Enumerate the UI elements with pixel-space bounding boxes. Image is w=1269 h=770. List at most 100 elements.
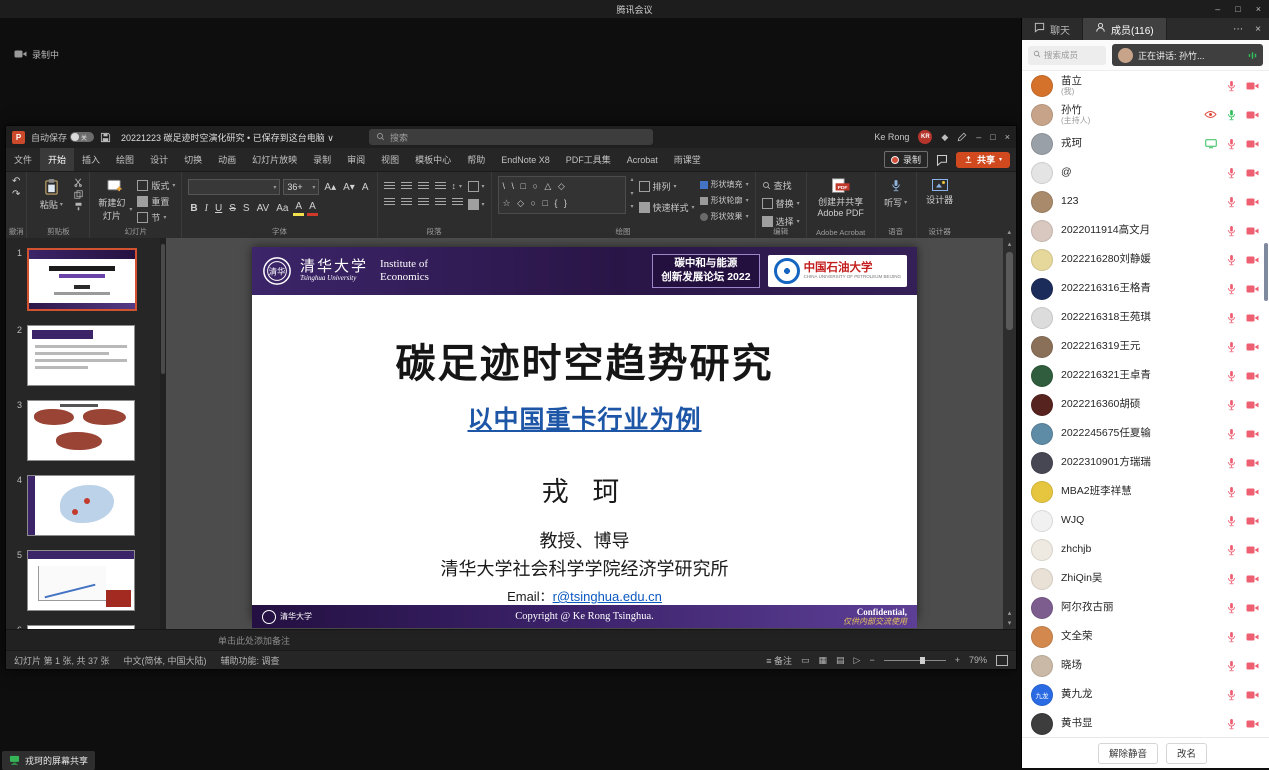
italic-button[interactable]: I: [203, 202, 210, 215]
member-row[interactable]: MBA2班李祥慧: [1022, 477, 1269, 506]
mic-muted-icon[interactable]: [1226, 312, 1237, 324]
camera-off-icon[interactable]: [1246, 487, 1259, 497]
ribbon-tab[interactable]: 插入: [74, 148, 108, 171]
columns-button[interactable]: [452, 198, 463, 207]
member-row[interactable]: 2022216321王卓青: [1022, 361, 1269, 390]
member-row[interactable]: 戎珂: [1022, 129, 1269, 158]
camera-off-icon[interactable]: [1246, 313, 1259, 323]
shapes-down-button[interactable]: ▾: [631, 190, 634, 197]
mic-muted-icon[interactable]: [1226, 341, 1237, 353]
member-row[interactable]: 2022011914高文月: [1022, 216, 1269, 245]
mic-muted-icon[interactable]: [1226, 631, 1237, 643]
ribbon-tab[interactable]: 切换: [176, 148, 210, 171]
section-button[interactable]: 节▾: [137, 211, 175, 224]
ribbon-tab[interactable]: 设计: [142, 148, 176, 171]
find-button[interactable]: 查找: [762, 179, 800, 192]
text-direction-button[interactable]: ▾: [468, 181, 485, 192]
camera-off-icon[interactable]: [1246, 168, 1259, 178]
scroll-up-button[interactable]: ▴: [1008, 240, 1012, 248]
slideshow-button[interactable]: ▷: [854, 655, 861, 666]
camera-off-icon[interactable]: [1246, 574, 1259, 584]
shape-fill-button[interactable]: 形状填充▾: [700, 179, 749, 190]
member-row[interactable]: 2022216316王格青: [1022, 274, 1269, 303]
justify-button[interactable]: [435, 198, 446, 207]
ribbon-tab[interactable]: 帮助: [459, 148, 493, 171]
accessibility-indicator[interactable]: 辅助功能: 调查: [221, 654, 280, 667]
member-row[interactable]: 123: [1022, 187, 1269, 216]
ribbon-tab[interactable]: PDF工具集: [558, 148, 619, 171]
editing-mode-icon[interactable]: [957, 132, 967, 142]
sidebar-close-button[interactable]: ×: [1255, 24, 1261, 35]
redo-button[interactable]: ↷: [12, 189, 20, 200]
member-row[interactable]: @: [1022, 158, 1269, 187]
mic-muted-icon[interactable]: [1226, 254, 1237, 266]
camera-off-icon[interactable]: [1246, 197, 1259, 207]
ppt-search-box[interactable]: 搜索: [369, 129, 653, 145]
ribbon-tab[interactable]: 审阅: [339, 148, 373, 171]
format-painter-button[interactable]: [74, 202, 83, 211]
camera-off-icon[interactable]: [1246, 110, 1259, 120]
layout-button[interactable]: 版式▾: [137, 179, 175, 192]
ribbon-tab[interactable]: 模板中心: [407, 148, 459, 171]
increase-indent-button[interactable]: [435, 182, 446, 191]
autosave-switch[interactable]: 关: [70, 132, 94, 142]
camera-off-icon[interactable]: [1246, 719, 1259, 729]
ppt-close-button[interactable]: ×: [1005, 132, 1010, 142]
replace-button[interactable]: 替换▾: [762, 197, 800, 210]
paste-button[interactable]: 粘贴▾: [33, 176, 69, 211]
ribbon-tab[interactable]: 动画: [210, 148, 244, 171]
member-row[interactable]: 2022216280刘静媛: [1022, 245, 1269, 274]
camera-off-icon[interactable]: [1246, 81, 1259, 91]
member-row[interactable]: zhchjb: [1022, 535, 1269, 564]
ribbon-tab[interactable]: 幻灯片放映: [244, 148, 305, 171]
mic-muted-icon[interactable]: [1226, 283, 1237, 295]
fit-to-window-button[interactable]: [996, 655, 1008, 666]
ribbon-tab[interactable]: 文件: [6, 148, 40, 171]
mic-muted-icon[interactable]: [1226, 457, 1237, 469]
collapse-ribbon-button[interactable]: ▴: [1007, 228, 1011, 236]
mic-muted-icon[interactable]: [1226, 689, 1237, 701]
shapes-gallery[interactable]: \ \ □ ○ △ ◇ ☆ ◇ ○ □ { }: [498, 176, 626, 214]
camera-off-icon[interactable]: [1246, 371, 1259, 381]
notes-toggle[interactable]: ≡ 备注: [766, 654, 792, 667]
slide-thumbnail[interactable]: [27, 475, 135, 536]
shape-outline-button[interactable]: 形状轮廓▾: [700, 195, 749, 206]
member-row[interactable]: 2022216318王苑琪: [1022, 303, 1269, 332]
camera-off-icon[interactable]: [1246, 139, 1259, 149]
maximize-button[interactable]: □: [1235, 4, 1240, 14]
comments-icon[interactable]: [936, 154, 948, 166]
ppt-restore-button[interactable]: □: [990, 132, 995, 142]
sidebar-tab-chat[interactable]: 聊天: [1022, 18, 1083, 40]
mic-muted-icon[interactable]: [1226, 196, 1237, 208]
slide-sorter-button[interactable]: ▦: [819, 655, 828, 666]
slide-canvas[interactable]: 清华 清华大学 Tsinghua University Institute of…: [252, 247, 917, 620]
slide-thumbnail[interactable]: [27, 550, 135, 611]
zoom-in-button[interactable]: +: [955, 655, 960, 665]
new-slide-button[interactable]: 新建幻灯片▾: [96, 176, 132, 222]
camera-off-icon[interactable]: [1246, 284, 1259, 294]
mic-muted-icon[interactable]: [1226, 428, 1237, 440]
member-row[interactable]: ZhiQin吴: [1022, 564, 1269, 593]
ribbon-tab[interactable]: 视图: [373, 148, 407, 171]
cut-button[interactable]: [74, 178, 83, 187]
mic-muted-icon[interactable]: [1226, 515, 1237, 527]
dictate-button[interactable]: 听写▾: [882, 176, 910, 209]
increase-font-button[interactable]: A▴: [322, 181, 338, 194]
ribbon-tab[interactable]: 雨课堂: [666, 148, 709, 171]
slide-thumbnail[interactable]: [27, 248, 137, 311]
arrange-button[interactable]: 排列▾: [639, 180, 695, 193]
minimize-button[interactable]: –: [1215, 4, 1220, 14]
ppt-minimize-button[interactable]: –: [976, 132, 981, 142]
text-shadow-button[interactable]: S: [241, 202, 252, 215]
member-row[interactable]: 2022216319王元: [1022, 332, 1269, 361]
undo-button[interactable]: ↶: [12, 176, 20, 187]
ribbon-tab[interactable]: Acrobat: [619, 148, 666, 171]
camera-off-icon[interactable]: [1246, 429, 1259, 439]
camera-off-icon[interactable]: [1246, 516, 1259, 526]
member-row[interactable]: 文全荣: [1022, 622, 1269, 651]
slide-thumbnail[interactable]: [27, 400, 135, 461]
member-row[interactable]: 九龙黄九龙: [1022, 680, 1269, 709]
mic-muted-icon[interactable]: [1226, 660, 1237, 672]
bold-button[interactable]: B: [188, 202, 199, 215]
language-indicator[interactable]: 中文(简体, 中国大陆): [124, 654, 207, 667]
